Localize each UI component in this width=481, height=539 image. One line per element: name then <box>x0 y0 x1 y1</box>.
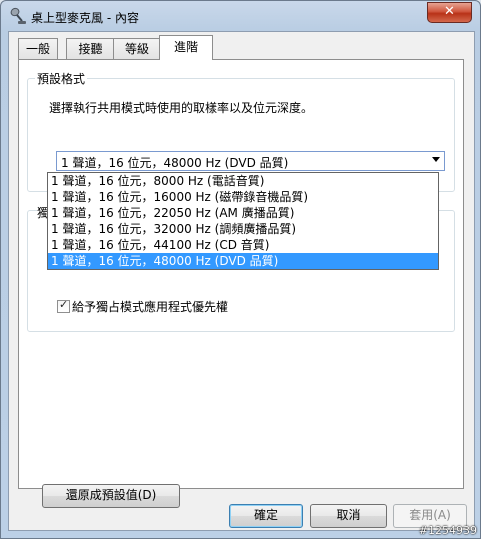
priority-option[interactable]: ✓ 給予獨占模式應用程式優先權 <box>57 298 228 315</box>
title-bar[interactable]: 桌上型麥克風 - 內容 ✕ <box>1 1 480 31</box>
tab-label: 進階 <box>173 40 198 54</box>
restore-defaults-button[interactable]: 還原成預設值(D) <box>42 484 180 508</box>
tab-label: 接聽 <box>78 42 103 56</box>
sample-rate-value: 1 聲道，16 位元，48000 Hz (DVD 品質) <box>61 156 289 170</box>
list-item[interactable]: 1 聲道，16 位元，8000 Hz (電話音質) <box>48 173 438 189</box>
list-item-selected[interactable]: 1 聲道，16 位元，48000 Hz (DVD 品質) <box>48 253 438 269</box>
tab-label: 一般 <box>25 42 50 56</box>
checkmark-icon: ✓ <box>59 298 69 311</box>
close-icon: ✕ <box>444 4 455 19</box>
cancel-button[interactable]: 取消 <box>310 504 387 528</box>
dialog-client-area: 一般 接聽 等級 進階 預設格式 選擇執行共用模式時使用的取樣率以及位元深度。 … <box>8 31 475 531</box>
tab-label: 等級 <box>124 42 149 56</box>
list-item[interactable]: 1 聲道，16 位元，16000 Hz (磁帶錄音機品質) <box>48 189 438 205</box>
priority-checkbox-label: 給予獨占模式應用程式優先權 <box>72 300 229 314</box>
default-format-title: 預設格式 <box>35 70 88 87</box>
sample-rate-dropdown-list[interactable]: 1 聲道，16 位元，8000 Hz (電話音質) 1 聲道，16 位元，160… <box>47 172 439 270</box>
priority-checkbox[interactable]: ✓ <box>57 298 70 313</box>
tab-listen[interactable]: 接聽 <box>66 38 115 59</box>
window-title: 桌上型麥克風 - 內容 <box>31 11 139 25</box>
microphone-icon <box>9 7 27 25</box>
list-item[interactable]: 1 聲道，16 位元，22050 Hz (AM 廣播品質) <box>48 205 438 221</box>
sample-rate-select[interactable]: 1 聲道，16 位元，48000 Hz (DVD 品質) <box>56 151 445 171</box>
default-format-description: 選擇執行共用模式時使用的取樣率以及位元深度。 <box>49 101 314 115</box>
watermark: #1254939 <box>418 524 477 537</box>
tab-levels[interactable]: 等級 <box>113 38 161 59</box>
properties-window: 桌上型麥克風 - 內容 ✕ 一般 接聽 等級 進階 預設格式 選擇執行共用模式時… <box>0 0 481 539</box>
list-item[interactable]: 1 聲道，16 位元，32000 Hz (調頻廣播品質) <box>48 221 438 237</box>
tab-advanced[interactable]: 進階 <box>159 35 213 60</box>
ok-button[interactable]: 確定 <box>229 504 303 528</box>
chevron-down-icon[interactable] <box>432 157 440 162</box>
close-button[interactable]: ✕ <box>427 2 472 23</box>
advanced-tab-panel: 預設格式 選擇執行共用模式時使用的取樣率以及位元深度。 1 聲道，16 位元，4… <box>18 59 464 508</box>
list-item[interactable]: 1 聲道，16 位元，44100 Hz (CD 音質) <box>48 237 438 253</box>
tab-general[interactable]: 一般 <box>18 38 58 59</box>
